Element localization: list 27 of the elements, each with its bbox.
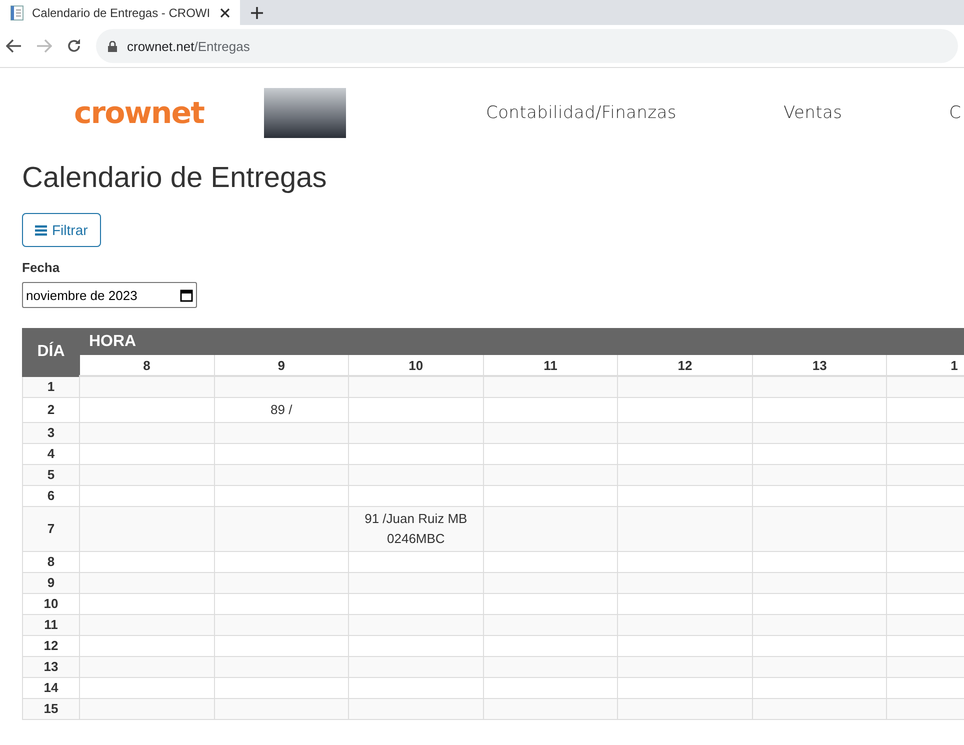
row-header: 3 — [22, 422, 80, 444]
lock-icon — [108, 40, 117, 52]
row-header: 13 — [22, 656, 80, 678]
new-tab-icon[interactable] — [250, 6, 264, 20]
date-field[interactable]: noviembre de 2023 — [22, 282, 197, 308]
close-icon[interactable] — [220, 8, 230, 18]
row-header: 11 — [22, 614, 80, 636]
filter-button[interactable]: Filtrar — [22, 213, 101, 247]
delivery-entry[interactable]: 89 / — [270, 398, 292, 422]
row-header: 7 — [22, 506, 80, 552]
column-header: HORA — [80, 328, 964, 354]
column-header: DÍA — [22, 328, 80, 376]
address-bar[interactable]: crownet.net/Entregas — [96, 29, 958, 63]
back-arrow-icon[interactable] — [6, 39, 22, 53]
calendar-icon — [180, 288, 193, 302]
page-title: Calendario de Entregas — [22, 162, 328, 195]
row-header: 1 — [22, 376, 80, 398]
row-header: 5 — [22, 464, 80, 486]
row-header: 9 — [22, 572, 80, 594]
nav-link[interactable]: C — [949, 103, 962, 123]
field-label: Fecha — [22, 260, 61, 275]
nav-link[interactable]: Ventas — [783, 103, 842, 123]
document-icon — [10, 4, 24, 20]
row-header: 15 — [22, 698, 80, 720]
nav-link[interactable]: Contabilidad/Finanzas — [486, 103, 676, 123]
menu-icon — [35, 224, 47, 236]
reload-icon[interactable] — [66, 38, 82, 54]
